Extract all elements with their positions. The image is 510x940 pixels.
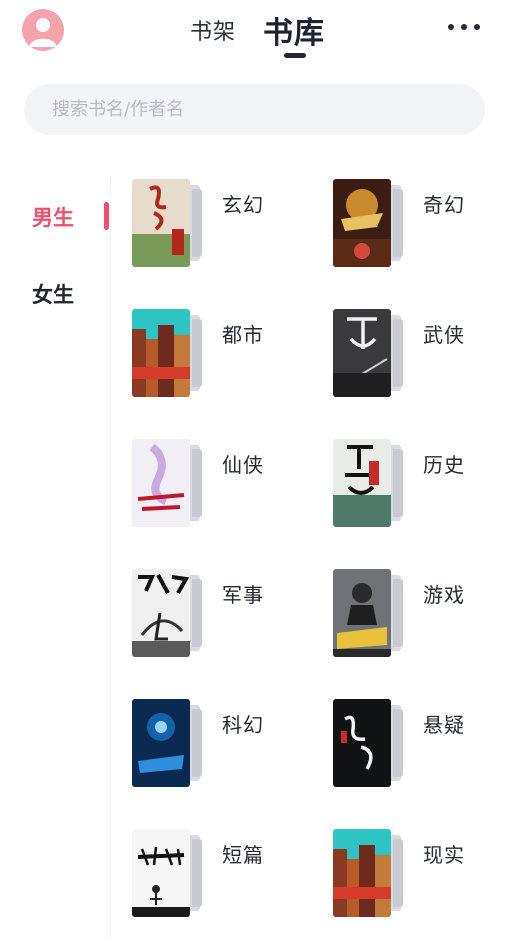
book-cover [132, 699, 190, 787]
category-label: 科幻 [222, 713, 264, 737]
tab-library[interactable]: 书库 [263, 8, 325, 52]
book-cover-stack [333, 829, 408, 919]
book-cover [132, 569, 190, 657]
sidebar-item-female[interactable]: 女生 [32, 279, 74, 309]
cover-shadow [192, 319, 202, 387]
more-dot-icon [474, 24, 480, 30]
more-dot-icon [448, 24, 454, 30]
category-label: 军事 [222, 583, 264, 607]
category-label: 仙侠 [222, 453, 264, 477]
book-cover-stack [333, 699, 408, 789]
cover-shadow [393, 189, 403, 257]
cover-shadow [192, 839, 202, 907]
search-bar[interactable] [24, 84, 485, 135]
category-card-junshi[interactable]: 军事 [132, 569, 312, 669]
book-cover-stack [132, 699, 207, 789]
book-cover-stack [333, 569, 408, 659]
more-button[interactable] [444, 16, 484, 38]
category-card-youxi[interactable]: 游戏 [333, 569, 510, 669]
book-cover [333, 699, 391, 787]
book-cover-stack [132, 309, 207, 399]
cover-shadow [393, 319, 403, 387]
category-label: 悬疑 [423, 713, 465, 737]
book-cover [333, 439, 391, 527]
book-cover [132, 439, 190, 527]
book-cover-stack [132, 439, 207, 529]
cover-shadow [192, 449, 202, 517]
category-card-xianshi[interactable]: 现实 [333, 829, 510, 929]
category-label: 奇幻 [423, 193, 465, 217]
book-library-page: 书架 书库 男生 女生 玄幻 [0, 0, 510, 940]
category-card-dushi[interactable]: 都市 [132, 309, 312, 409]
book-cover [132, 309, 190, 397]
user-icon [29, 18, 57, 47]
tab-bookshelf[interactable]: 书架 [190, 14, 236, 46]
book-cover-stack [333, 439, 408, 529]
category-label: 武侠 [423, 323, 465, 347]
book-cover-stack [132, 569, 207, 659]
category-card-xianxia[interactable]: 仙侠 [132, 439, 312, 539]
category-card-xuanyi[interactable]: 悬疑 [333, 699, 510, 799]
category-label: 历史 [423, 453, 465, 477]
category-card-lishi[interactable]: 历史 [333, 439, 510, 539]
more-dot-icon [461, 24, 467, 30]
book-cover [132, 829, 190, 917]
book-cover [132, 179, 190, 267]
category-label: 玄幻 [222, 193, 264, 217]
cover-shadow [393, 579, 403, 647]
sidebar-item-male[interactable]: 男生 [32, 202, 74, 232]
avatar[interactable] [22, 9, 64, 51]
category-card-xuanhuan[interactable]: 玄幻 [132, 179, 312, 279]
category-label: 都市 [222, 323, 264, 347]
cover-shadow [393, 839, 403, 907]
category-card-duanpian[interactable]: 短篇 [132, 829, 312, 929]
cover-shadow [192, 579, 202, 647]
book-cover-stack [132, 179, 207, 269]
book-cover [333, 829, 391, 917]
category-label: 短篇 [222, 843, 264, 867]
sidebar-active-indicator [104, 202, 109, 230]
category-card-kehuan[interactable]: 科幻 [132, 699, 312, 799]
cover-shadow [393, 449, 403, 517]
cover-shadow [192, 709, 202, 777]
category-card-wuxia[interactable]: 武侠 [333, 309, 510, 409]
category-label: 现实 [423, 843, 465, 867]
category-card-qihuan[interactable]: 奇幻 [333, 179, 510, 279]
category-label: 游戏 [423, 583, 465, 607]
book-cover [333, 309, 391, 397]
sidebar-divider [110, 177, 111, 940]
book-cover-stack [333, 309, 408, 399]
book-cover-stack [333, 179, 408, 269]
top-header: 书架 书库 [0, 0, 510, 70]
active-tab-indicator [284, 53, 306, 58]
book-cover-stack [132, 829, 207, 919]
book-cover [333, 179, 391, 267]
cover-shadow [192, 189, 202, 257]
cover-shadow [393, 709, 403, 777]
book-cover [333, 569, 391, 657]
search-input[interactable] [24, 84, 485, 135]
